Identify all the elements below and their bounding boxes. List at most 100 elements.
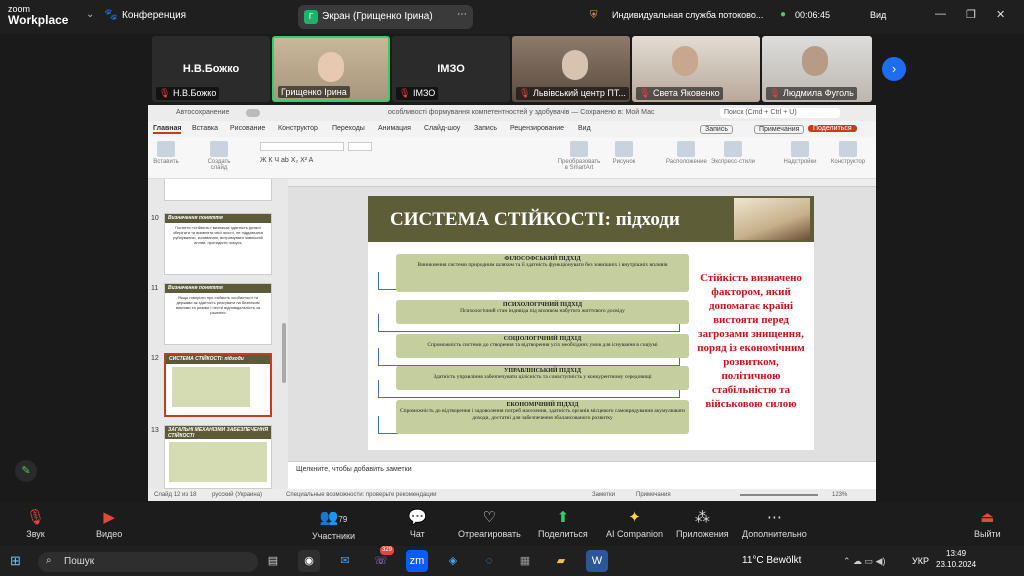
designer-button[interactable]: Конструктор bbox=[826, 141, 870, 165]
app-icon[interactable]: ▦ bbox=[514, 550, 536, 572]
camera-off-icon: ▶ bbox=[103, 509, 115, 526]
document-title: особливості формування компетентностей у… bbox=[388, 109, 655, 116]
slide[interactable]: СИСТЕМА СТІЙКОСТІ: підходи ФІЛОСОФСЬКИЙ … bbox=[368, 196, 814, 450]
chevron-down-icon[interactable]: ⌄ bbox=[86, 9, 94, 20]
slide-thumbnails: 10 Визначення поняття Поняття «стійкість»… bbox=[148, 179, 288, 489]
next-page-button[interactable]: › bbox=[882, 57, 906, 81]
word-icon[interactable]: W bbox=[586, 550, 608, 572]
participant-tile[interactable]: ІМЗО 🎙 ІМЗО bbox=[392, 36, 510, 102]
participant-tile[interactable]: Н.В.Божко 🎙 Н.В.Божко bbox=[152, 36, 270, 102]
autosave-toggle[interactable] bbox=[246, 109, 260, 117]
viber-icon[interactable]: ☏ 329 bbox=[370, 546, 395, 572]
participant-tile[interactable]: 🎙 Людмила Фуголь bbox=[762, 36, 872, 102]
new-slide-button[interactable]: Создать слайд bbox=[204, 141, 234, 171]
more-button[interactable]: ⋯ Дополнительно bbox=[742, 509, 807, 539]
font-size-select[interactable] bbox=[348, 142, 372, 151]
video-button[interactable]: ▶ Видео bbox=[96, 509, 122, 539]
notes-toggle[interactable]: Заметки bbox=[592, 492, 615, 498]
windows-start-icon[interactable]: ⊞ bbox=[10, 553, 21, 569]
slide-thumbnail[interactable]: Визначення поняття Якщо говорити про стій… bbox=[164, 283, 272, 345]
apps-button[interactable]: ⁂ Приложения bbox=[676, 509, 729, 539]
taskbar-search[interactable]: ⌕ Пошук bbox=[38, 552, 258, 572]
ppt-title-bar: Автосохранение особливості формування ко… bbox=[148, 105, 876, 121]
participant-tile[interactable]: 🎙 Света Яковенко bbox=[632, 36, 760, 102]
tab-transitions[interactable]: Переходы bbox=[332, 125, 365, 132]
slide-thumbnail[interactable]: ЗАГАЛЬНІ МЕХАНІЗМИ ЗАБЕЗПЕЧЕННЯ СТІЙКОСТ… bbox=[164, 425, 272, 489]
conference-label: Конференция bbox=[122, 10, 187, 21]
chrome-icon[interactable]: ◉ bbox=[298, 550, 320, 572]
quick-styles-button[interactable]: Экспресс-стили bbox=[708, 141, 758, 165]
comments-button[interactable]: Примечания bbox=[754, 125, 805, 134]
sparkle-icon: ✦ bbox=[628, 509, 641, 526]
edge-icon[interactable]: ◌ bbox=[478, 550, 500, 572]
slide-thumbnail[interactable] bbox=[164, 179, 272, 201]
streaming-service-label[interactable]: Индивидуальная служба потоково... bbox=[612, 10, 763, 20]
participants-button[interactable]: 👥79 Участники bbox=[312, 509, 355, 541]
share-button[interactable]: Поделиться bbox=[808, 125, 857, 132]
minimize-icon[interactable]: — bbox=[935, 8, 946, 20]
language-indicator[interactable]: УКР bbox=[912, 556, 929, 566]
thumbnail-scrollbar[interactable] bbox=[282, 323, 286, 383]
ruler bbox=[288, 179, 876, 187]
participant-label: 🎙 Людмила Фуголь bbox=[766, 87, 857, 100]
taskbar-clock[interactable]: 13:49 23.10.2024 bbox=[936, 548, 976, 570]
zoom-slider[interactable] bbox=[740, 494, 818, 496]
mute-button[interactable]: 🎙 Звук bbox=[26, 509, 45, 539]
picture-button[interactable]: Рисунок bbox=[610, 141, 638, 165]
arrange-button[interactable]: Расположение bbox=[666, 141, 707, 165]
zoom-app-icon[interactable]: zm bbox=[406, 550, 428, 572]
close-icon[interactable]: ✕ bbox=[996, 8, 1005, 21]
tab-home[interactable]: Главная bbox=[153, 125, 182, 134]
system-tray-icons[interactable]: ⌃ ☁ ▭ ◀) bbox=[843, 556, 885, 567]
smartart-button[interactable]: Преобразовать в SmartArt bbox=[556, 141, 602, 171]
font-select[interactable] bbox=[260, 142, 344, 151]
participant-tile-active[interactable]: Грищенко Ірина bbox=[272, 36, 390, 102]
tab-review[interactable]: Рецензирование bbox=[510, 125, 564, 132]
view-menu[interactable]: Вид bbox=[870, 10, 886, 20]
accessibility-label[interactable]: Специальные возможности: проверьте реком… bbox=[286, 492, 436, 498]
paste-button[interactable]: Вставить bbox=[152, 141, 180, 165]
comments-toggle[interactable]: Примечания bbox=[636, 492, 671, 498]
tab-animation[interactable]: Анимация bbox=[378, 125, 411, 132]
tab-slideshow[interactable]: Слайд-шоу bbox=[424, 125, 460, 132]
record-button[interactable]: Запись bbox=[700, 125, 733, 134]
meeting-controls: 🎙 Звук ▶ Видео 👥79 Участники 💬 Чат ♡ Отреагир… bbox=[0, 502, 1024, 546]
books-image bbox=[734, 198, 810, 240]
search-input[interactable]: Поиск (Cmd + Ctrl + U) bbox=[720, 108, 840, 118]
participant-video bbox=[562, 50, 588, 80]
annotate-icon[interactable]: ✎ bbox=[15, 460, 37, 482]
zoom-level[interactable]: 123% bbox=[832, 492, 847, 498]
reactions-button[interactable]: ♡ Отреагировать bbox=[458, 509, 521, 539]
approach-box: УПРАВЛІНСЬКИЙ ПІДХІД Здатність управління… bbox=[396, 366, 689, 390]
tab-view[interactable]: Вид bbox=[578, 125, 591, 132]
tab-record[interactable]: Запись bbox=[474, 125, 497, 132]
maximize-icon[interactable]: ❐ bbox=[966, 8, 976, 21]
approach-box: ПСИХОЛОГІЧНИЙ ПІДХІД Психологічний стан і… bbox=[396, 300, 689, 324]
status-bar: Слайд 12 из 18 русский (Украина) Специал… bbox=[148, 489, 876, 501]
folder-icon[interactable]: ▰ bbox=[550, 550, 572, 572]
addins-button[interactable]: Надстройки bbox=[782, 141, 818, 165]
screen-share-pill[interactable]: Г Экран (Грищенко Ірина) ⋯ bbox=[298, 5, 473, 29]
participant-label: 🎙 Н.В.Божко bbox=[156, 87, 220, 100]
shield-icon[interactable]: ⛨ bbox=[590, 10, 598, 21]
task-view-icon[interactable]: ▤ bbox=[262, 550, 284, 572]
weather-widget[interactable]: 11°C Bewölkt bbox=[742, 555, 801, 566]
more-icon: ⋯ bbox=[766, 509, 782, 526]
participant-label: 🎙 ІМЗО bbox=[396, 87, 439, 100]
ai-companion-button[interactable]: ✦ AI Companion bbox=[606, 509, 663, 539]
format-buttons[interactable]: Ж К Ч ab X₂ X² A bbox=[260, 157, 313, 164]
share-screen-button[interactable]: ⬆ Поделиться bbox=[538, 509, 588, 539]
tab-insert[interactable]: Вставка bbox=[192, 125, 218, 132]
participant-tile[interactable]: 🎙 Львівський центр ПТ... bbox=[512, 36, 630, 102]
chat-button[interactable]: 💬 Чат bbox=[408, 509, 427, 539]
slide-thumbnail[interactable]: Визначення поняття Поняття «стійкість» ви… bbox=[164, 213, 272, 275]
language-label[interactable]: русский (Украина) bbox=[212, 492, 262, 498]
notes-field[interactable]: Щелкните, чтобы добавить заметки bbox=[288, 461, 876, 489]
more-icon[interactable]: ⋯ bbox=[457, 9, 467, 20]
teams-icon[interactable]: ◈ bbox=[442, 550, 464, 572]
exit-button[interactable]: ⏏ Выйти bbox=[974, 509, 1001, 539]
tab-design[interactable]: Конструктор bbox=[278, 125, 318, 132]
tab-draw[interactable]: Рисование bbox=[230, 125, 265, 132]
mail-icon[interactable]: ✉ bbox=[334, 550, 356, 572]
slide-thumbnail-selected[interactable]: СИСТЕМА СТІЙКОСТІ: підходи bbox=[164, 353, 272, 417]
